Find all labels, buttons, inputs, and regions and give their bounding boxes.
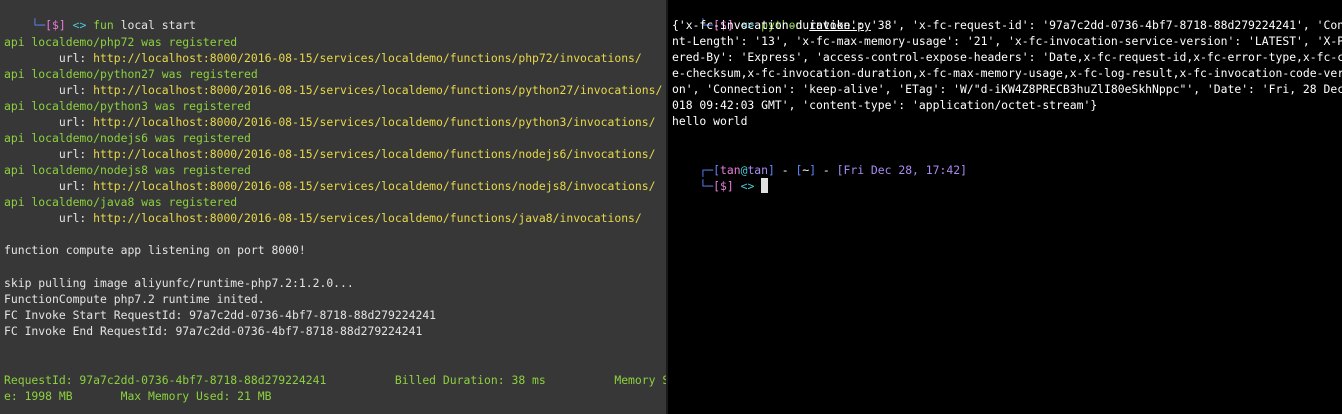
prompt-corner: └─ (699, 179, 714, 193)
url-label: url: (4, 211, 94, 225)
text-cursor[interactable] (761, 178, 769, 193)
summary-line: e: 1998 MB Max Memory Used: 21 MB (4, 389, 272, 403)
registration-line: api localdemo/nodejs8 was registered (4, 163, 251, 177)
output-line: ered-By': 'Express', 'access-control-exp… (672, 50, 1342, 64)
left-terminal-pane[interactable]: └─[$] <> fun local start api localdemo/p… (0, 0, 666, 414)
log-line: skip pulling image aliyunfc/runtime-php7… (4, 276, 354, 290)
url-label: url: (4, 51, 94, 65)
url-label: url: (4, 83, 94, 97)
url-line: url: http://localhost:8000/2016-08-15/se… (4, 210, 642, 226)
output-line: {'x-fc-invocation-duration': '38', 'x-fc… (672, 18, 1342, 32)
output-line: on', 'Connection': 'keep-alive', 'ETag':… (672, 82, 1342, 96)
command-name: fun (93, 18, 114, 32)
url-line: url: http://localhost:8000/2016-08-15/se… (4, 114, 656, 130)
log-line: FC Invoke Start RequestId: 97a7c2dd-0736… (4, 308, 437, 322)
separator: - (774, 163, 796, 177)
output-line: hello world (672, 114, 748, 128)
prompt-timestamp: [Fri Dec 28, 17:42] (836, 163, 967, 177)
prompt-arrow: <> (72, 18, 87, 32)
url-label: url: (4, 115, 94, 129)
user-bracket-close: ] (768, 163, 775, 177)
registration-line: api localdemo/php72 was registered (4, 35, 238, 49)
registration-line: api localdemo/python3 was registered (4, 99, 251, 113)
url-link[interactable]: http://localhost:8000/2016-08-15/service… (93, 51, 642, 65)
url-link[interactable]: http://localhost:8000/2016-08-15/service… (93, 83, 662, 97)
log-line: FunctionCompute php7.2 runtime inited. (4, 292, 265, 306)
registration-line: api localdemo/python27 was registered (4, 67, 258, 81)
url-link[interactable]: http://localhost:8000/2016-08-15/service… (93, 115, 655, 129)
output-line: e-checksum,x-fc-invocation-duration,x-fc… (672, 66, 1342, 80)
active-prompt-line[interactable]: └─[$] <> (672, 162, 769, 210)
right-terminal-pane[interactable]: └─[$] <> python invoke.py {'x-fc-invocat… (668, 0, 1342, 414)
registration-line: api localdemo/java8 was registered (4, 195, 238, 209)
prompt-symbol: [$] (713, 179, 734, 193)
listening-message: function compute app listening on port 8… (4, 243, 306, 257)
log-line: FC Invoke End RequestId: 97a7c2dd-0736-4… (4, 324, 423, 338)
registration-line: api localdemo/nodejs6 was registered (4, 131, 251, 145)
url-label: url: (4, 147, 94, 161)
prompt-corner: └─ (31, 18, 46, 32)
output-line: nt-Length': '13', 'x-fc-max-memory-usage… (672, 34, 1342, 48)
url-link[interactable]: http://localhost:8000/2016-08-15/service… (93, 211, 642, 225)
separator: - (816, 163, 837, 177)
prompt-symbol: [$] (45, 18, 66, 32)
prompt-arrow: <> (740, 179, 755, 193)
command-args: local start (120, 18, 197, 32)
url-line: url: http://localhost:8000/2016-08-15/se… (4, 146, 656, 162)
output-line: 018 09:42:03 GMT', 'content-type': 'appl… (672, 98, 1098, 112)
url-link[interactable]: http://localhost:8000/2016-08-15/service… (93, 179, 655, 193)
url-line: url: http://localhost:8000/2016-08-15/se… (4, 178, 656, 194)
url-label: url: (4, 179, 94, 193)
url-link[interactable]: http://localhost:8000/2016-08-15/service… (93, 147, 655, 161)
url-line: url: http://localhost:8000/2016-08-15/se… (4, 50, 642, 66)
url-line: url: http://localhost:8000/2016-08-15/se… (4, 82, 663, 98)
summary-line: RequestId: 97a7c2dd-0736-4bf7-8718-88d27… (4, 373, 666, 387)
